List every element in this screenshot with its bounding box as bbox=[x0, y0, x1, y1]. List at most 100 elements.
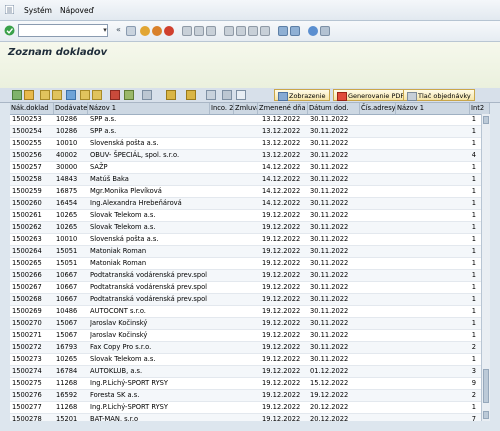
cell-inco2[interactable] bbox=[212, 354, 232, 365]
cell-inco2[interactable] bbox=[212, 150, 232, 161]
table-row[interactable]: 1500264 15051 Matoniak Roman 19.12.2022 30.1… bbox=[10, 246, 482, 258]
cell-zmluva[interactable] bbox=[236, 234, 256, 245]
cell-nazov1-b[interactable] bbox=[398, 378, 468, 389]
cell-zmluva[interactable] bbox=[236, 414, 256, 421]
cell-cis-adresy[interactable] bbox=[362, 150, 394, 161]
cell-nazov1[interactable]: SAŽP bbox=[90, 162, 208, 173]
cell-nazov1[interactable]: Fax Copy Pro s.r.o. bbox=[90, 342, 208, 353]
cell-nazov1-b[interactable] bbox=[398, 342, 468, 353]
cell-int2[interactable]: 1 bbox=[462, 210, 476, 221]
cell-nazov1[interactable]: AUTOKLUB, a.s. bbox=[90, 366, 208, 377]
cell-nazov1-b[interactable] bbox=[398, 126, 468, 137]
cell-inco2[interactable] bbox=[212, 366, 232, 377]
cell-dodavatel[interactable]: 10265 bbox=[56, 222, 86, 233]
cell-zmenene-dna[interactable]: 19.12.2022 bbox=[262, 402, 306, 413]
cell-nazov1[interactable]: Foresta SK a.s. bbox=[90, 390, 208, 401]
cell-int2[interactable]: 1 bbox=[462, 258, 476, 269]
cell-dodavatel[interactable]: 11268 bbox=[56, 378, 86, 389]
cell-int2[interactable]: 1 bbox=[462, 186, 476, 197]
cell-nazov1-b[interactable] bbox=[398, 282, 468, 293]
cell-datum-dod[interactable]: 30.11.2022 bbox=[310, 294, 358, 305]
cell-zmenene-dna[interactable]: 19.12.2022 bbox=[262, 222, 306, 233]
cell-dodavatel[interactable]: 10667 bbox=[56, 282, 86, 293]
cell-datum-dod[interactable]: 30.11.2022 bbox=[310, 114, 358, 125]
cell-dodavatel[interactable]: 15067 bbox=[56, 318, 86, 329]
cell-int2[interactable]: 4 bbox=[462, 150, 476, 161]
col-datum-dod[interactable]: Dátum dod. bbox=[308, 103, 360, 114]
cell-dodavatel[interactable]: 10265 bbox=[56, 354, 86, 365]
table-row[interactable]: 1500268 10667 Podtatranská vodárenská prev… bbox=[10, 294, 482, 306]
cell-inco2[interactable] bbox=[212, 222, 232, 233]
cell-datum-dod[interactable]: 20.12.2022 bbox=[310, 414, 358, 421]
cell-zmenene-dna[interactable]: 19.12.2022 bbox=[262, 210, 306, 221]
cell-int2[interactable]: 1 bbox=[462, 138, 476, 149]
cell-dodavatel[interactable]: 15051 bbox=[56, 258, 86, 269]
cell-nazov1-b[interactable] bbox=[398, 174, 468, 185]
cell-inco2[interactable] bbox=[212, 342, 232, 353]
table-row[interactable]: 1500258 14843 Matúš Baka 14.12.2022 30.11.20… bbox=[10, 174, 482, 186]
cell-zmluva[interactable] bbox=[236, 222, 256, 233]
cell-int2[interactable]: 1 bbox=[462, 126, 476, 137]
cell-nak-doklad[interactable]: 1500269 bbox=[12, 306, 52, 317]
cell-zmenene-dna[interactable]: 13.12.2022 bbox=[262, 126, 306, 137]
cell-nak-doklad[interactable]: 1500253 bbox=[12, 114, 52, 125]
cell-inco2[interactable] bbox=[212, 258, 232, 269]
next-page-icon[interactable] bbox=[248, 26, 258, 36]
cell-inco2[interactable] bbox=[212, 294, 232, 305]
cell-nazov1-b[interactable] bbox=[398, 354, 468, 365]
cell-nak-doklad[interactable]: 1500262 bbox=[12, 222, 52, 233]
cell-nazov1-b[interactable] bbox=[398, 222, 468, 233]
cell-zmluva[interactable] bbox=[236, 282, 256, 293]
cell-datum-dod[interactable]: 30.11.2022 bbox=[310, 198, 358, 209]
cell-datum-dod[interactable]: 30.11.2022 bbox=[310, 342, 358, 353]
cell-cis-adresy[interactable] bbox=[362, 390, 394, 401]
cell-datum-dod[interactable]: 30.11.2022 bbox=[310, 162, 358, 173]
cell-datum-dod[interactable]: 30.11.2022 bbox=[310, 306, 358, 317]
cell-datum-dod[interactable]: 30.11.2022 bbox=[310, 138, 358, 149]
table-row[interactable]: 1500255 10010 Slovenská pošta a.s. 13.12.20… bbox=[10, 138, 482, 150]
cell-nak-doklad[interactable]: 1500261 bbox=[12, 210, 52, 221]
cell-zmluva[interactable] bbox=[236, 174, 256, 185]
table-row[interactable]: 1500270 15067 Jaroslav Kočinský 19.12.2022 3… bbox=[10, 318, 482, 330]
cell-zmenene-dna[interactable]: 19.12.2022 bbox=[262, 246, 306, 257]
save-icon[interactable] bbox=[126, 26, 136, 36]
cell-dodavatel[interactable]: 10286 bbox=[56, 114, 86, 125]
cell-nazov1[interactable]: Matoniak Roman bbox=[90, 258, 208, 269]
cell-inco2[interactable] bbox=[212, 234, 232, 245]
cell-zmluva[interactable] bbox=[236, 354, 256, 365]
cell-dodavatel[interactable]: 15067 bbox=[56, 330, 86, 341]
cell-nazov1-b[interactable] bbox=[398, 390, 468, 401]
cell-zmluva[interactable] bbox=[236, 330, 256, 341]
cell-nazov1[interactable]: BAT-MAN, s.r.o bbox=[90, 414, 208, 421]
cell-dodavatel[interactable]: 16592 bbox=[56, 390, 86, 401]
cell-nazov1-b[interactable] bbox=[398, 330, 468, 341]
cell-nak-doklad[interactable]: 1500274 bbox=[12, 366, 52, 377]
refresh-icon[interactable] bbox=[24, 90, 34, 100]
cell-int2[interactable]: 1 bbox=[462, 330, 476, 341]
col-dodavatel[interactable]: Dodávateľ bbox=[54, 103, 88, 114]
table-row[interactable]: 1500272 16793 Fax Copy Pro s.r.o. 19.12.202… bbox=[10, 342, 482, 354]
print-icon[interactable] bbox=[182, 26, 192, 36]
cell-zmluva[interactable] bbox=[236, 246, 256, 257]
cell-nak-doklad[interactable]: 1500268 bbox=[12, 294, 52, 305]
cell-zmenene-dna[interactable]: 13.12.2022 bbox=[262, 114, 306, 125]
cell-nazov1[interactable]: Slovak Telekom a.s. bbox=[90, 222, 208, 233]
cell-nak-doklad[interactable]: 1500259 bbox=[12, 186, 52, 197]
cell-cis-adresy[interactable] bbox=[362, 414, 394, 421]
cell-zmluva[interactable] bbox=[236, 162, 256, 173]
cell-int2[interactable]: 1 bbox=[462, 354, 476, 365]
layout-change-icon[interactable] bbox=[166, 90, 176, 100]
export-icon[interactable] bbox=[124, 90, 134, 100]
cell-cis-adresy[interactable] bbox=[362, 246, 394, 257]
cell-inco2[interactable] bbox=[212, 162, 232, 173]
cell-zmluva[interactable] bbox=[236, 270, 256, 281]
menu-system[interactable]: Systém bbox=[24, 6, 52, 15]
cell-cis-adresy[interactable] bbox=[362, 378, 394, 389]
cell-dodavatel[interactable]: 10286 bbox=[56, 126, 86, 137]
cell-nazov1-b[interactable] bbox=[398, 318, 468, 329]
cell-cis-adresy[interactable] bbox=[362, 402, 394, 413]
command-dropdown-icon[interactable]: ▾ bbox=[100, 25, 110, 36]
cell-zmenene-dna[interactable]: 14.12.2022 bbox=[262, 162, 306, 173]
sort-ascending-icon[interactable] bbox=[40, 90, 50, 100]
cell-inco2[interactable] bbox=[212, 198, 232, 209]
